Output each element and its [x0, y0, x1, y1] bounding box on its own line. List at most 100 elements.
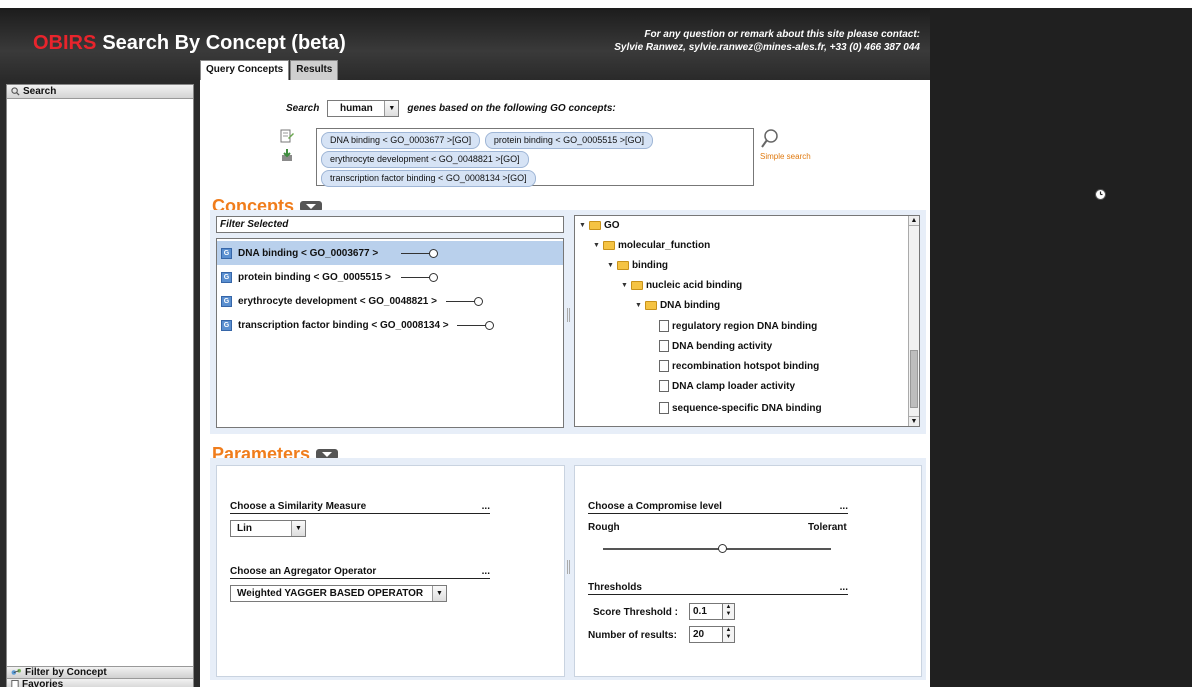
sidebar-favorites[interactable]: Favories [7, 678, 193, 687]
edit-icon[interactable] [280, 129, 294, 143]
obirs-logo: OBIRS [33, 32, 97, 54]
tree-node[interactable]: ▼ GO [579, 220, 620, 231]
rough-label: Rough [588, 522, 620, 533]
concept-item-label: transcription factor binding < GO_000813… [238, 319, 449, 331]
sidebar-search-header[interactable]: Search [7, 85, 193, 99]
weight-slider[interactable] [401, 249, 439, 259]
decrement-icon[interactable]: ▼ [723, 634, 734, 641]
tree-node[interactable]: ▼ molecular_function [593, 240, 710, 251]
compromise-more[interactable]: ... [840, 501, 848, 512]
panel-splitter[interactable] [567, 560, 570, 574]
species-select[interactable]: human ▼ [327, 100, 400, 117]
concept-list-item[interactable]: G DNA binding < GO_0003677 > [217, 241, 563, 265]
weight-slider[interactable] [401, 273, 439, 283]
concept-item-label: protein binding < GO_0005515 > [238, 271, 391, 283]
tab-query-concepts[interactable]: Query Concepts [200, 60, 290, 81]
tree-node-label: DNA bending activity [672, 340, 773, 352]
tree-node[interactable]: recombination hotspot binding [659, 360, 819, 372]
sidebar-filter-label: Filter by Concept [25, 667, 107, 678]
tolerant-label: Tolerant [808, 522, 847, 533]
tab-results[interactable]: Results [290, 60, 339, 80]
go-term-icon: G [221, 271, 232, 283]
search-icon [11, 87, 20, 96]
expand-icon[interactable]: ▼ [579, 222, 586, 229]
concept-list-item[interactable]: G transcription factor binding < GO_0008… [217, 313, 563, 337]
panel-splitter[interactable] [567, 308, 570, 322]
expand-icon[interactable]: ▼ [635, 302, 642, 309]
magnifier-icon[interactable] [760, 128, 780, 150]
num-results-stepper[interactable]: 20 ▲ ▼ [689, 626, 735, 643]
tree-node-label: molecular_function [617, 240, 711, 251]
weight-slider[interactable] [457, 321, 495, 331]
compromise-slider[interactable] [603, 544, 833, 554]
score-threshold-input[interactable]: 0.1 [689, 603, 723, 620]
tree-node-label: nucleic acid binding [645, 280, 743, 291]
chevron-down-icon: ▼ [291, 521, 305, 536]
document-icon [659, 360, 669, 372]
compromise-title: Choose a Compromise level... [588, 501, 848, 514]
similarity-select[interactable]: Lin ▼ [230, 520, 306, 537]
tree-node-label: binding [631, 260, 669, 271]
go-tree: ▼ GO ▼ molecular_function ▼ binding ▼ nuclei… [574, 215, 920, 427]
document-icon [659, 320, 669, 332]
slider-knob[interactable] [718, 544, 727, 553]
tab-bar: Query Concepts Results [200, 60, 339, 81]
slider-knob[interactable] [474, 297, 483, 306]
scroll-down-icon[interactable]: ▼ [909, 416, 919, 426]
concept-tag[interactable]: erythrocyte development < GO_0048821 >[G… [321, 151, 529, 168]
similarity-more[interactable]: ... [482, 501, 490, 512]
document-icon [659, 340, 669, 352]
tree-node[interactable]: sequence-specific DNA binding [659, 402, 822, 414]
concept-list-item[interactable]: G protein binding < GO_0005515 > [217, 265, 563, 289]
slider-knob[interactable] [429, 273, 438, 282]
stepper-buttons[interactable]: ▲ ▼ [723, 626, 735, 643]
tree-node[interactable]: ▼ binding [607, 260, 668, 271]
expand-icon[interactable]: ▼ [593, 242, 600, 249]
concept-tags-box[interactable]: DNA binding < GO_0003677 >[GO] protein b… [316, 128, 754, 187]
weight-slider[interactable] [446, 297, 484, 307]
scroll-thumb[interactable] [910, 350, 918, 408]
tree-node[interactable]: ▼ nucleic acid binding [621, 280, 742, 291]
simple-search-link[interactable]: Simple search [760, 152, 811, 161]
folder-icon [602, 241, 615, 250]
concept-item-label: erythrocyte development < GO_0048821 > [238, 295, 437, 307]
thresholds-more[interactable]: ... [840, 582, 848, 593]
folder-icon [588, 221, 601, 230]
app-window: OBIRS Search By Concept (beta) For any qu… [0, 8, 930, 687]
contact-line-1: For any question or remark about this si… [644, 29, 920, 40]
search-label: Search [286, 103, 320, 114]
concept-list-item[interactable]: G erythrocyte development < GO_0048821 > [217, 289, 563, 313]
aggregator-select[interactable]: Weighted YAGGER BASED OPERATOR ▼ [230, 585, 447, 602]
tree-node[interactable]: DNA bending activity [659, 340, 772, 352]
selected-concepts-list: G DNA binding < GO_0003677 > G protein b… [216, 238, 564, 428]
concept-tag[interactable]: transcription factor binding < GO_000813… [321, 170, 536, 187]
tree-node[interactable]: regulatory region DNA binding [659, 320, 817, 332]
increment-icon[interactable]: ▲ [723, 604, 734, 611]
scroll-up-icon[interactable]: ▲ [909, 216, 919, 226]
compromise-panel: Choose a Compromise level... Rough Toler… [574, 465, 922, 677]
decrement-icon[interactable]: ▼ [723, 611, 734, 618]
tree-node[interactable]: ▼ DNA binding [635, 300, 720, 311]
tree-scrollbar[interactable]: ▲ ▼ [908, 216, 919, 426]
expand-icon[interactable]: ▼ [607, 262, 614, 269]
similarity-title-text: Choose a Similarity Measure [230, 501, 367, 512]
chevron-down-icon: ▼ [384, 101, 399, 116]
concept-tag[interactable]: protein binding < GO_0005515 >[GO] [484, 132, 653, 149]
concept-tag[interactable]: DNA binding < GO_0003677 >[GO] [321, 132, 481, 149]
sidebar-filter-by-concept[interactable]: Filter by Concept [7, 666, 193, 678]
top-strip [0, 0, 1192, 8]
aggregator-more[interactable]: ... [482, 566, 490, 577]
chevron-down-icon: ▼ [432, 586, 446, 601]
slider-knob[interactable] [485, 321, 494, 330]
increment-icon[interactable]: ▲ [723, 627, 734, 634]
num-results-input[interactable]: 20 [689, 626, 723, 643]
filter-selected-field[interactable]: Filter Selected [216, 216, 564, 233]
slider-knob[interactable] [429, 249, 438, 258]
expand-icon[interactable]: ▼ [621, 282, 628, 289]
tree-node[interactable]: DNA clamp loader activity [659, 380, 795, 392]
import-icon[interactable] [280, 148, 294, 162]
go-term-icon: G [221, 247, 232, 259]
score-threshold-stepper[interactable]: 0.1 ▲ ▼ [689, 603, 735, 620]
stepper-buttons[interactable]: ▲ ▼ [723, 603, 735, 620]
genes-label: genes based on the following GO concepts… [407, 103, 616, 114]
